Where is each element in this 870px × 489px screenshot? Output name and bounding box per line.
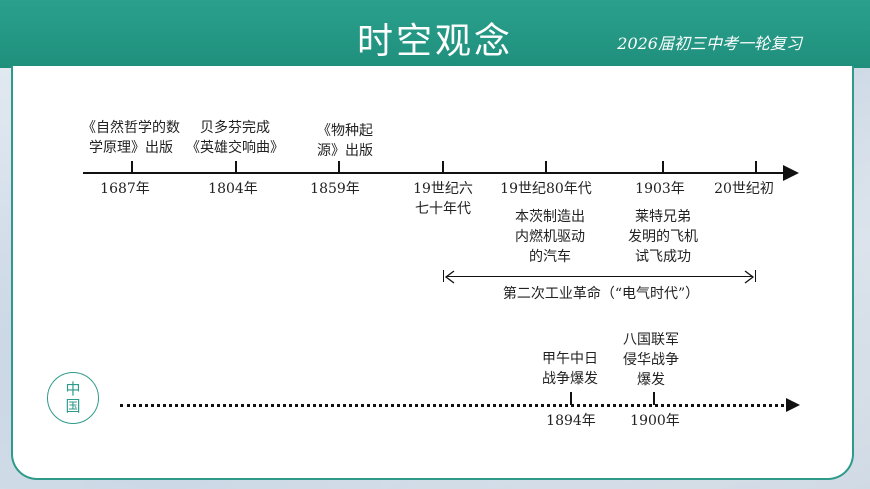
tick-20th-century [755, 161, 757, 173]
china-badge: 中国 [47, 372, 99, 424]
year-1903: 1903年 [635, 181, 685, 197]
tick-1903 [662, 161, 664, 173]
tick-1687 [131, 161, 133, 173]
tick-1880s [545, 161, 547, 173]
industrial-revolution-range [446, 276, 752, 277]
year-1880s: 19世纪80年代 [500, 181, 592, 197]
event-eroica: 贝多芬完成 《英雄交响曲》 [186, 120, 284, 156]
tick-1900 [653, 392, 655, 405]
year-1687: 1687年 [100, 181, 150, 197]
page-subtitle: 2026届初三中考一轮复习 [617, 34, 802, 53]
year-1894: 1894年 [546, 413, 596, 429]
year-1900: 1900年 [630, 413, 680, 429]
tick-1859 [338, 161, 340, 173]
header-bar: 时空观念 2026届初三中考一轮复习 [0, 0, 870, 68]
event-principia: 《自然哲学的数 学原理》出版 [82, 120, 180, 156]
timeline-arrowhead [783, 165, 799, 181]
range-left-arrow-icon [444, 270, 455, 284]
event-eight-nation-alliance: 八国联军 侵华战争 爆发 [623, 332, 679, 388]
range-label: 第二次工业革命（“电气时代”） [502, 286, 700, 302]
china-timeline-axis [120, 404, 790, 407]
year-1860s-line1: 19世纪六 [413, 181, 473, 197]
event-benz-car: 本茨制造出 内燃机驱动 的汽车 [515, 209, 585, 265]
range-right-tick [755, 270, 756, 282]
year-1859: 1859年 [310, 181, 360, 197]
year-1804: 1804年 [208, 181, 258, 197]
event-wright-brothers: 莱特兄弟 发明的飞机 试飞成功 [628, 209, 698, 265]
tick-1860s [442, 161, 444, 173]
year-1860s-line2: 七十年代 [415, 201, 471, 217]
range-right-arrow-icon [744, 270, 755, 284]
event-sino-japanese-war: 甲午中日 战争爆发 [542, 351, 598, 387]
year-20th-century: 20世纪初 [714, 181, 774, 197]
china-timeline-arrowhead [786, 398, 800, 412]
tick-1804 [235, 161, 237, 173]
tick-1894 [570, 392, 572, 405]
timeline-axis [83, 172, 787, 174]
event-origin-of-species: 《物种起 源》出版 [317, 123, 373, 159]
